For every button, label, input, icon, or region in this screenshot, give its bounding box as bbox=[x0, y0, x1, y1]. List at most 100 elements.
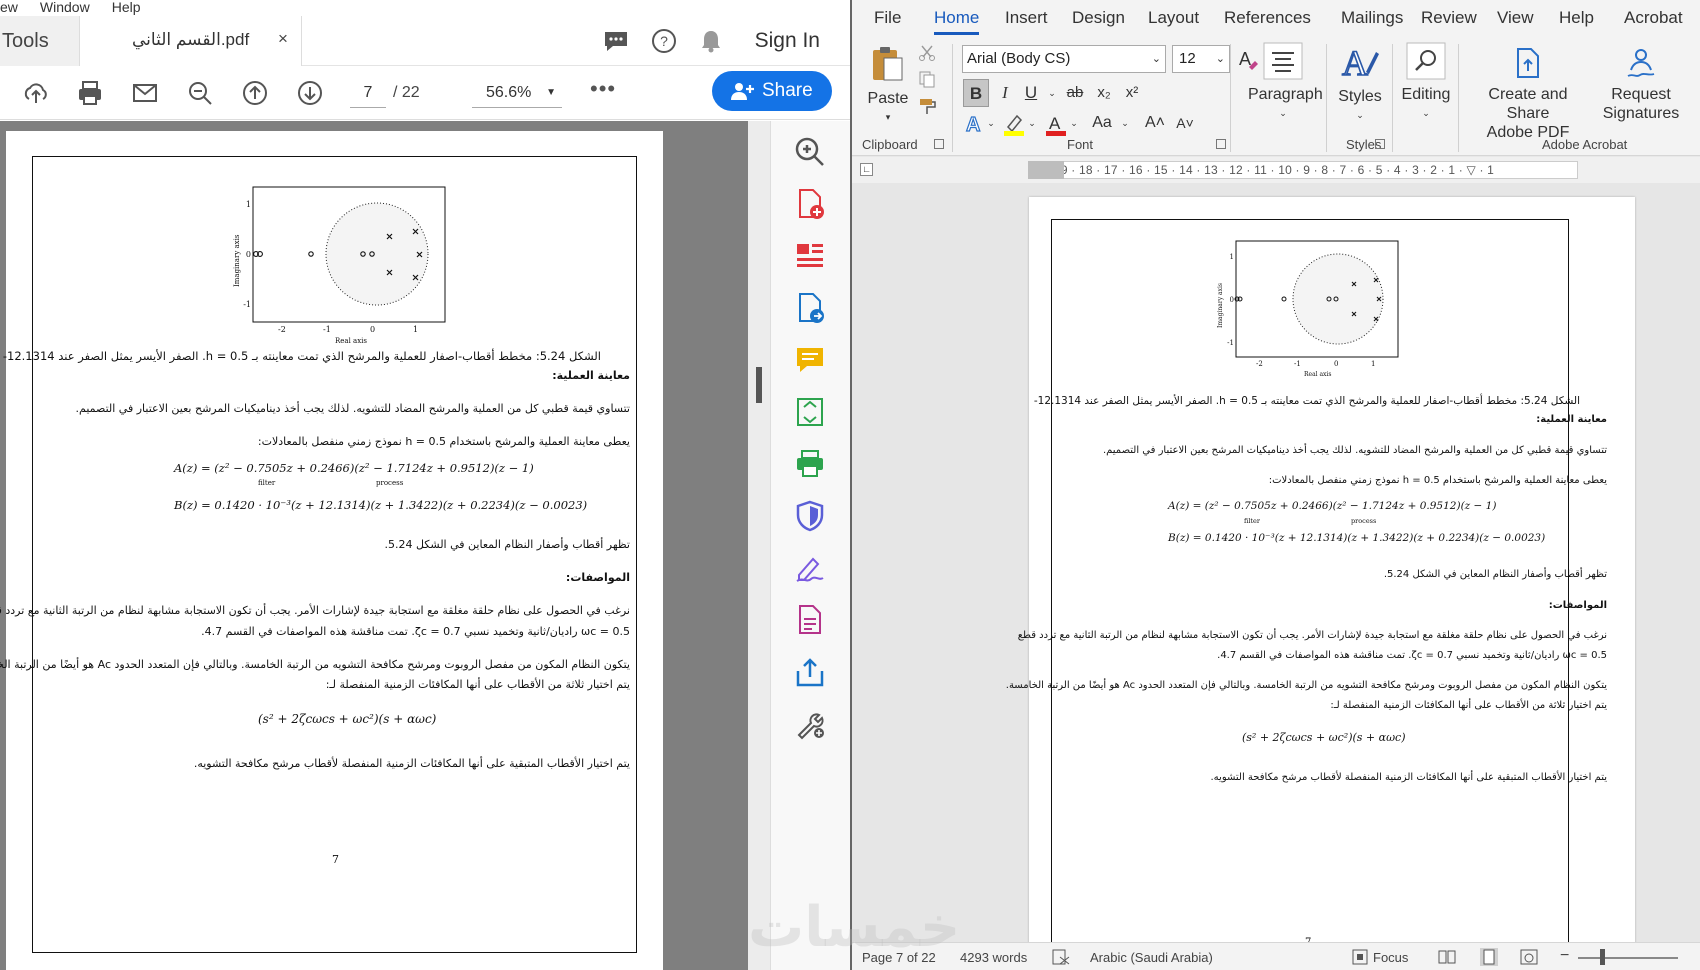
export-pdf-icon[interactable] bbox=[793, 291, 827, 325]
watermark-logo: خمسات bbox=[748, 895, 961, 960]
tab-home[interactable]: Home bbox=[934, 8, 980, 35]
tab-acrobat[interactable]: Acrobat bbox=[1624, 8, 1683, 28]
language-status[interactable]: Arabic (Saudi Arabia) bbox=[1090, 950, 1213, 965]
word-document-canvas[interactable]: 0 1 -1 -2 -1 0 1 Real axis Imaginary axi… bbox=[852, 183, 1700, 959]
underline-button[interactable]: U bbox=[1020, 79, 1042, 107]
help-icon[interactable]: ? bbox=[651, 28, 677, 54]
change-case-button[interactable]: Aa bbox=[1086, 109, 1118, 137]
subscript-button[interactable]: x₂ bbox=[1092, 79, 1116, 107]
font-size-select[interactable]: 12 ⌄ bbox=[1172, 45, 1230, 73]
menu-window[interactable]: Window bbox=[40, 0, 90, 16]
focus-button[interactable]: Focus bbox=[1373, 950, 1408, 965]
zoom-select[interactable]: 56.6% ▼ bbox=[472, 78, 562, 108]
zoom-slider-thumb[interactable] bbox=[1600, 949, 1605, 965]
italic-button[interactable]: I bbox=[994, 79, 1016, 107]
request-signatures-button[interactable]: Request Signatures bbox=[1596, 46, 1686, 123]
styles-launcher-icon[interactable] bbox=[1375, 139, 1385, 149]
chevron-down-icon[interactable]: ⌄ bbox=[1027, 109, 1037, 137]
tab-mailings[interactable]: Mailings bbox=[1341, 8, 1403, 28]
organize-pages-icon[interactable] bbox=[793, 239, 827, 273]
previous-page-icon[interactable] bbox=[241, 79, 269, 107]
tab-selector-icon[interactable]: ∟ bbox=[860, 163, 873, 176]
editing-button[interactable]: Editing ⌄ bbox=[1398, 42, 1454, 123]
superscript-button[interactable]: x² bbox=[1120, 79, 1144, 107]
clipboard-launcher-icon[interactable] bbox=[934, 139, 944, 149]
fill-sign-icon[interactable] bbox=[793, 551, 827, 585]
chevron-down-icon[interactable]: ⌄ bbox=[1120, 109, 1130, 137]
email-icon[interactable] bbox=[131, 79, 159, 107]
comment-icon[interactable] bbox=[603, 29, 629, 53]
tab-view[interactable]: View bbox=[1497, 8, 1534, 28]
strikethrough-button[interactable]: ab bbox=[1062, 79, 1088, 107]
font-launcher-icon[interactable] bbox=[1216, 139, 1226, 149]
bell-icon[interactable] bbox=[699, 28, 723, 54]
word-count-status[interactable]: 4293 words bbox=[960, 950, 1027, 965]
print-icon[interactable] bbox=[76, 79, 104, 107]
print-layout-icon[interactable] bbox=[1480, 948, 1498, 966]
edit-pdf-icon[interactable] bbox=[793, 603, 827, 637]
tab-insert[interactable]: Insert bbox=[1005, 8, 1048, 28]
customize-tools-icon[interactable] bbox=[793, 707, 827, 741]
menu-view[interactable]: ew bbox=[0, 0, 18, 16]
text-effects-icon[interactable]: A bbox=[964, 112, 986, 136]
font-name-select[interactable]: Arial (Body CS) ⌄ bbox=[962, 45, 1166, 73]
comment-tool-icon[interactable] bbox=[793, 343, 827, 377]
styles-button[interactable]: A Styles ⌄ bbox=[1330, 42, 1390, 125]
paragraph-icon bbox=[1263, 42, 1303, 80]
share-file-icon[interactable] bbox=[793, 655, 827, 689]
cut-icon[interactable] bbox=[918, 44, 936, 62]
tools-tab[interactable]: Tools bbox=[0, 16, 80, 66]
paste-button[interactable]: Paste ▾ bbox=[866, 44, 910, 127]
shrink-font-button[interactable]: A˅ bbox=[1172, 109, 1198, 137]
menu-help[interactable]: Help bbox=[112, 0, 141, 16]
tab-help[interactable]: Help bbox=[1559, 8, 1594, 28]
zoom-out-button[interactable]: − bbox=[1560, 947, 1569, 965]
upload-cloud-icon[interactable] bbox=[22, 79, 50, 107]
document-tab[interactable]: القسم الثاني.pdf × bbox=[80, 16, 302, 66]
more-options-icon[interactable]: ••• bbox=[590, 76, 616, 102]
tab-design[interactable]: Design bbox=[1072, 8, 1125, 28]
create-share-pdf-button[interactable]: Create and Share Adobe PDF bbox=[1466, 46, 1590, 142]
paragraph-button[interactable]: Paragraph ⌄ bbox=[1248, 42, 1323, 123]
format-painter-icon[interactable] bbox=[918, 96, 938, 116]
equation-label-filter: filter bbox=[1244, 517, 1260, 525]
chevron-down-icon[interactable]: ⌄ bbox=[1046, 79, 1058, 107]
zoom-out-icon[interactable] bbox=[186, 79, 214, 107]
copy-icon[interactable] bbox=[918, 70, 936, 88]
grow-font-button[interactable]: A˄ bbox=[1142, 109, 1168, 137]
read-mode-icon[interactable] bbox=[1438, 949, 1456, 965]
pdf-scrollbar[interactable] bbox=[748, 121, 770, 970]
sign-in-link[interactable]: Sign In bbox=[755, 29, 820, 53]
heading-process-sampling: معاينة العملية: bbox=[1536, 414, 1607, 425]
zoom-in-icon[interactable] bbox=[793, 135, 827, 169]
compress-pdf-icon[interactable] bbox=[793, 395, 827, 429]
paragraph-5: يتكون النظام المكون من مفصل الروبوت ومرش… bbox=[1005, 680, 1607, 691]
focus-icon[interactable] bbox=[1352, 949, 1368, 965]
group-label-font: Font bbox=[1067, 137, 1094, 152]
word-page[interactable]: 0 1 -1 -2 -1 0 1 Real axis Imaginary axi… bbox=[1006, 197, 1635, 959]
share-button[interactable]: Share bbox=[712, 71, 832, 111]
chevron-down-icon[interactable]: ⌄ bbox=[1069, 109, 1079, 137]
bold-button[interactable]: B bbox=[963, 79, 989, 107]
horizontal-ruler[interactable]: ∟ 20 · 19 · 18 · 17 · 16 · 15 · 14 · 13 … bbox=[852, 157, 1700, 183]
chevron-down-icon[interactable]: ⌄ bbox=[986, 109, 996, 137]
create-pdf-icon[interactable] bbox=[793, 187, 827, 221]
pdf-document-view[interactable]: 0 1 -1 -2 -1 0 1 Real axis Imaginary axi… bbox=[0, 121, 756, 970]
zoom-slider[interactable] bbox=[1578, 957, 1678, 959]
proofing-icon[interactable] bbox=[1052, 949, 1070, 965]
tab-layout[interactable]: Layout bbox=[1148, 8, 1199, 28]
page-number-input[interactable]: 7 bbox=[350, 78, 386, 108]
pole-zero-plot: 0 1 -1 -2 -1 0 1 Real axis Imaginary axi… bbox=[233, 186, 446, 345]
group-separator bbox=[1458, 44, 1459, 152]
close-tab-icon[interactable]: × bbox=[278, 29, 288, 49]
next-page-icon[interactable] bbox=[296, 79, 324, 107]
scrollbar-thumb[interactable] bbox=[756, 367, 762, 403]
tab-file[interactable]: File bbox=[874, 8, 901, 28]
tab-review[interactable]: Review bbox=[1421, 8, 1477, 28]
shield-icon[interactable] bbox=[793, 499, 827, 533]
print-production-icon[interactable] bbox=[793, 447, 827, 481]
tab-references[interactable]: References bbox=[1224, 8, 1311, 28]
font-color-icon[interactable]: A bbox=[1044, 112, 1068, 136]
web-layout-icon[interactable] bbox=[1520, 949, 1538, 965]
highlight-icon[interactable] bbox=[1002, 112, 1026, 136]
